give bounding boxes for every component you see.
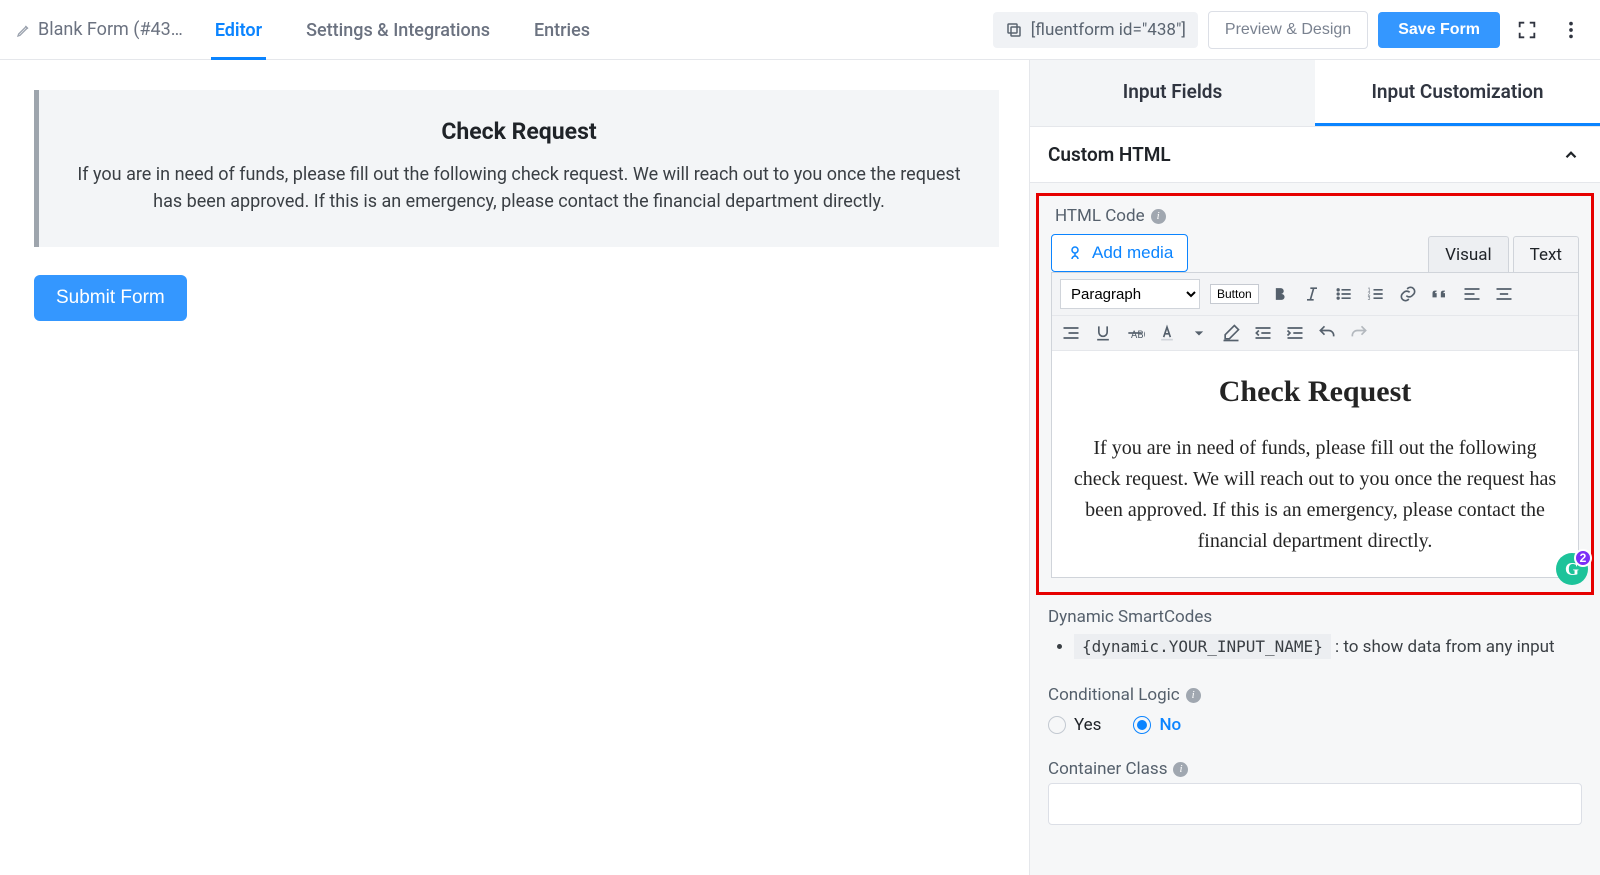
topbar-right: [fluentform id="438"] Preview & Design S… bbox=[993, 11, 1588, 49]
expand-icon bbox=[1516, 19, 1538, 41]
format-select[interactable]: Paragraph bbox=[1060, 279, 1200, 309]
text-color-dropdown-icon[interactable] bbox=[1188, 322, 1210, 344]
add-media-button[interactable]: Add media bbox=[1051, 234, 1188, 272]
html-block-body: If you are in need of funds, please fill… bbox=[63, 161, 975, 215]
dynamic-smartcode-item: {dynamic.YOUR_INPUT_NAME} : to show data… bbox=[1074, 637, 1582, 657]
dynamic-smartcode-desc: : to show data from any input bbox=[1331, 637, 1555, 657]
svg-text:3: 3 bbox=[1367, 296, 1370, 302]
underline-icon[interactable] bbox=[1092, 322, 1114, 344]
shortcode-text: [fluentform id="438"] bbox=[1031, 20, 1186, 40]
dynamic-smartcodes-section: Dynamic SmartCodes {dynamic.YOUR_INPUT_N… bbox=[1048, 607, 1582, 657]
dynamic-smartcodes-label: Dynamic SmartCodes bbox=[1048, 607, 1212, 627]
chevron-up-icon bbox=[1562, 146, 1580, 164]
nav-tabs: Editor Settings & Integrations Entries bbox=[211, 0, 594, 59]
info-icon[interactable]: i bbox=[1186, 688, 1201, 703]
editor-content-body: If you are in need of funds, please fill… bbox=[1072, 433, 1558, 557]
editor-mode-tabs: Visual Text bbox=[1424, 236, 1579, 272]
pencil-icon bbox=[16, 22, 32, 38]
fullscreen-button[interactable] bbox=[1510, 13, 1544, 47]
info-icon[interactable]: i bbox=[1173, 762, 1188, 777]
dynamic-smartcode-code[interactable]: {dynamic.YOUR_INPUT_NAME} bbox=[1074, 634, 1331, 659]
editor-content-title: Check Request bbox=[1072, 375, 1558, 409]
radio-no[interactable]: No bbox=[1133, 715, 1181, 735]
submit-button[interactable]: Submit Form bbox=[34, 275, 187, 321]
toolbar-row-1: Paragraph Button 123 bbox=[1052, 273, 1578, 316]
editor-top-controls: Add media Visual Text bbox=[1051, 234, 1579, 272]
bold-icon[interactable] bbox=[1269, 283, 1291, 305]
side-tab-input-customization[interactable]: Input Customization bbox=[1315, 60, 1600, 126]
html-block[interactable]: Check Request If you are in need of fund… bbox=[34, 90, 999, 247]
clear-formatting-icon[interactable] bbox=[1220, 322, 1242, 344]
mode-tab-visual[interactable]: Visual bbox=[1428, 236, 1508, 272]
form-title[interactable]: Blank Form (#43… bbox=[16, 19, 183, 40]
link-icon[interactable] bbox=[1397, 283, 1419, 305]
container-class-label-row: Container Class i bbox=[1048, 759, 1582, 779]
editor-content[interactable]: Check Request If you are in need of fund… bbox=[1052, 351, 1578, 577]
html-code-label: HTML Code i bbox=[1055, 206, 1579, 226]
html-code-section: HTML Code i Add media Visual Text Pa bbox=[1036, 193, 1594, 595]
radio-circle-icon bbox=[1048, 716, 1066, 734]
main-area: Check Request If you are in need of fund… bbox=[0, 60, 1600, 875]
form-canvas: Check Request If you are in need of fund… bbox=[0, 60, 1030, 875]
align-left-icon[interactable] bbox=[1461, 283, 1483, 305]
radio-yes-label: Yes bbox=[1074, 715, 1101, 735]
right-panel: Input Fields Input Customization Custom … bbox=[1030, 60, 1600, 875]
undo-icon[interactable] bbox=[1316, 322, 1338, 344]
mode-tab-text[interactable]: Text bbox=[1513, 236, 1579, 272]
panel-body: HTML Code i Add media Visual Text Pa bbox=[1030, 183, 1600, 875]
toolbar-row-2: ABC bbox=[1052, 316, 1578, 351]
form-title-text: Blank Form (#43… bbox=[38, 19, 183, 40]
redo-icon[interactable] bbox=[1348, 322, 1370, 344]
grammarly-widget[interactable]: G 2 bbox=[1556, 553, 1588, 585]
tab-editor[interactable]: Editor bbox=[211, 0, 266, 59]
preview-design-button[interactable]: Preview & Design bbox=[1208, 11, 1368, 49]
blockquote-icon[interactable] bbox=[1429, 283, 1451, 305]
container-class-field bbox=[1048, 783, 1582, 825]
save-form-button[interactable]: Save Form bbox=[1378, 12, 1500, 48]
tab-settings[interactable]: Settings & Integrations bbox=[302, 0, 494, 59]
rich-text-editor: Paragraph Button 123 ABC bbox=[1051, 272, 1579, 578]
top-bar: Blank Form (#43… Editor Settings & Integ… bbox=[0, 0, 1600, 60]
italic-icon[interactable] bbox=[1301, 283, 1323, 305]
tab-entries[interactable]: Entries bbox=[530, 0, 594, 59]
indent-icon[interactable] bbox=[1284, 322, 1306, 344]
align-center-icon[interactable] bbox=[1493, 283, 1515, 305]
media-icon bbox=[1066, 244, 1084, 262]
numbered-list-icon[interactable]: 123 bbox=[1365, 283, 1387, 305]
insert-button-badge[interactable]: Button bbox=[1210, 284, 1259, 304]
radio-circle-icon bbox=[1133, 716, 1151, 734]
copy-icon bbox=[1005, 21, 1023, 39]
accordion-title: Custom HTML bbox=[1048, 143, 1171, 166]
align-right-icon[interactable] bbox=[1060, 322, 1082, 344]
container-class-input[interactable] bbox=[1048, 783, 1582, 825]
grammarly-badge: 2 bbox=[1574, 549, 1592, 567]
more-menu-button[interactable] bbox=[1554, 13, 1588, 47]
html-block-title: Check Request bbox=[63, 118, 975, 145]
outdent-icon[interactable] bbox=[1252, 322, 1274, 344]
shortcode-copy[interactable]: [fluentform id="438"] bbox=[993, 12, 1198, 48]
side-tab-input-fields[interactable]: Input Fields bbox=[1030, 60, 1315, 126]
conditional-logic-radios: Yes No bbox=[1048, 715, 1582, 735]
conditional-logic-label-row: Conditional Logic i bbox=[1048, 685, 1582, 705]
conditional-logic-label: Conditional Logic bbox=[1048, 685, 1180, 705]
side-tabs: Input Fields Input Customization bbox=[1030, 60, 1600, 127]
radio-yes[interactable]: Yes bbox=[1048, 715, 1101, 735]
radio-no-label: No bbox=[1159, 715, 1181, 735]
dots-vertical-icon bbox=[1560, 19, 1582, 41]
svg-text:ABC: ABC bbox=[1131, 330, 1145, 341]
strikethrough-icon[interactable]: ABC bbox=[1124, 322, 1146, 344]
text-color-icon[interactable] bbox=[1156, 322, 1178, 344]
info-icon[interactable]: i bbox=[1151, 209, 1166, 224]
accordion-custom-html[interactable]: Custom HTML bbox=[1030, 127, 1600, 183]
container-class-label: Container Class bbox=[1048, 759, 1167, 779]
bullet-list-icon[interactable] bbox=[1333, 283, 1355, 305]
